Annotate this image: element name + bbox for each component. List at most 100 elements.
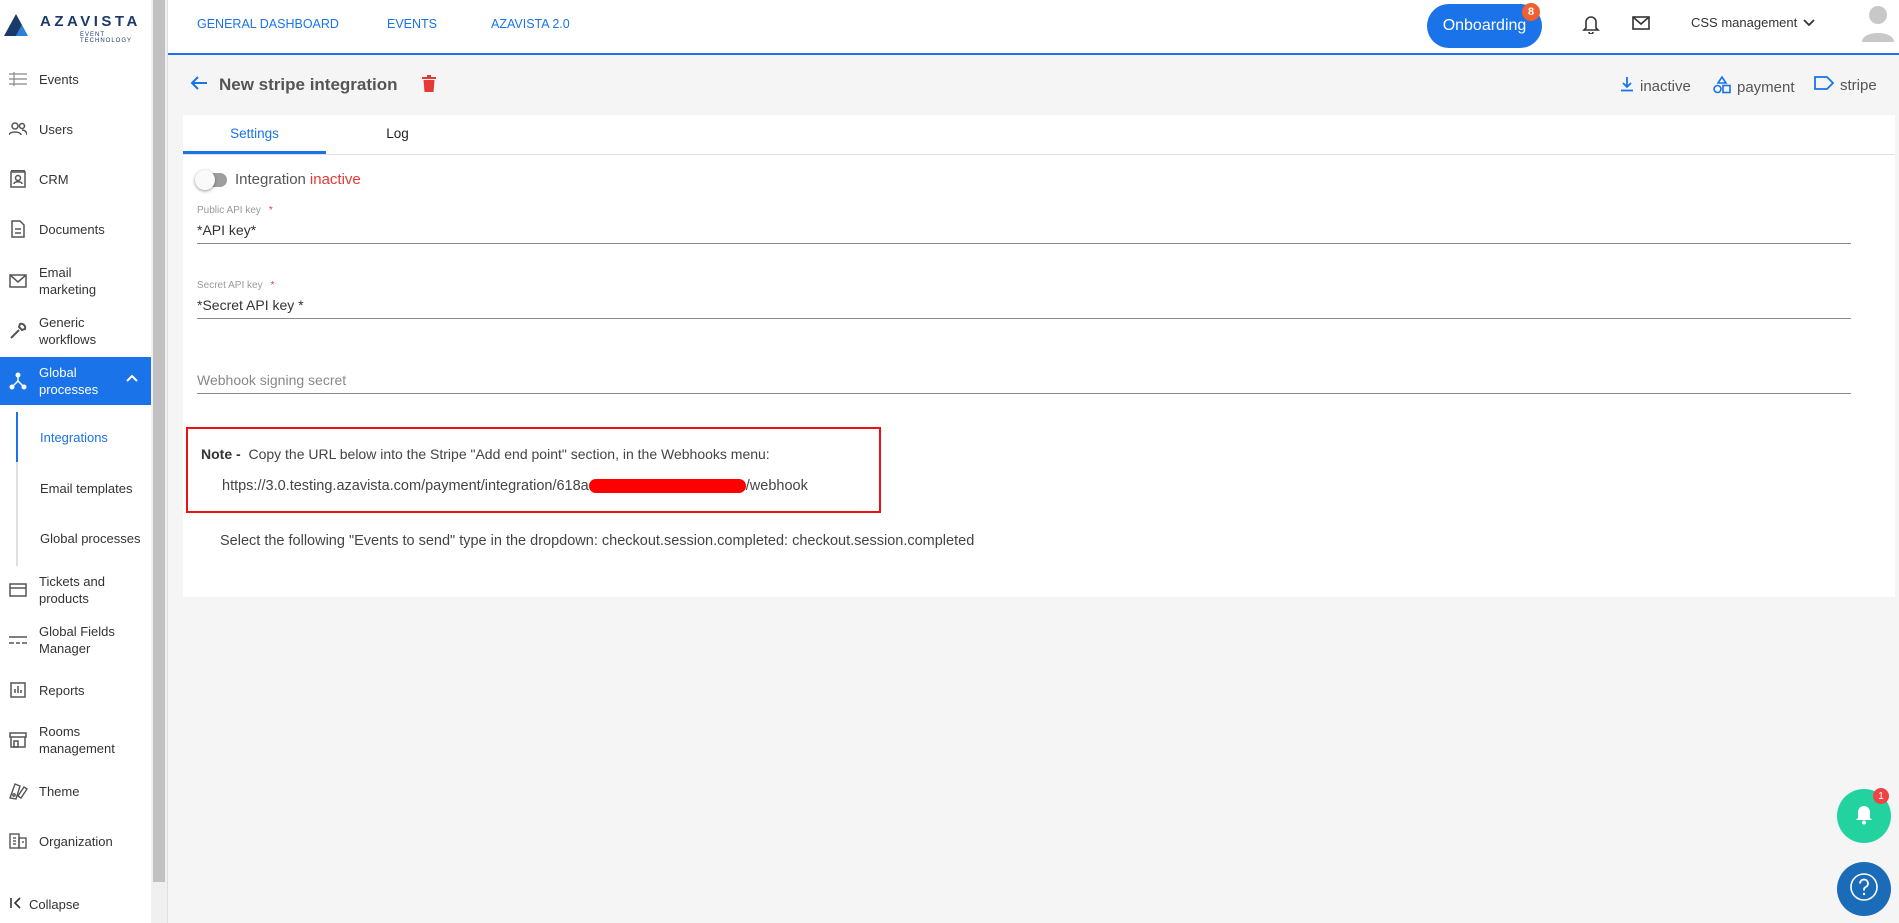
collapse-button[interactable]: Collapse [10, 897, 80, 912]
building-icon [8, 831, 28, 851]
toggle-label: Integration [235, 171, 306, 188]
fields-icon [8, 630, 28, 650]
mail-icon [8, 271, 28, 291]
sidebar-item-label: Events [39, 71, 79, 87]
azavista-logo-mark [4, 14, 28, 36]
sidebar-item-label: Theme [39, 783, 80, 799]
sidebar-divider [167, 0, 168, 923]
tab-bar: Settings Log [183, 115, 1895, 155]
account-menu[interactable]: CSS management [1691, 15, 1815, 30]
tab-label: Settings [230, 125, 279, 141]
webhook-url-end: /webhook [745, 478, 808, 494]
brand-name: AZAVISTA [40, 13, 141, 30]
sidebar-item-tickets-and-products[interactable]: Tickets and products [0, 572, 151, 608]
nav-link-general-dashboard[interactable]: GENERAL DASHBOARD [197, 17, 339, 31]
brand-logo[interactable]: AZAVISTA EVENT TECHNOLOGY [2, 8, 152, 44]
subnav-item-global-processes[interactable]: Global processes [40, 531, 140, 546]
sidebar-item-label: Users [39, 121, 73, 137]
note-prefix: Note - [201, 446, 241, 462]
integration-settings-card: Settings Log Integration inactive Public… [183, 115, 1895, 597]
help-fab[interactable] [1837, 862, 1891, 916]
contact-card-icon [8, 169, 28, 189]
card-icon [8, 580, 28, 600]
collapse-label: Collapse [29, 897, 80, 912]
category-tag-payment: payment [1713, 75, 1795, 98]
list-icon [8, 69, 28, 89]
nav-link-azavista-2[interactable]: AZAVISTA 2.0 [491, 17, 570, 31]
public-api-key-value: *API key* [197, 222, 257, 238]
events-to-send-instructions: Select the following "Events to send" ty… [220, 533, 975, 549]
webhook-url[interactable]: https://3.0.testing.azavista.com/payment… [222, 478, 808, 494]
sidebar-item-crm[interactable]: CRM [0, 167, 151, 191]
sidebar-item-label: Global processes [39, 365, 99, 397]
public-api-key-label: Public API key * [197, 205, 273, 216]
subnav-item-integrations[interactable]: Integrations [40, 430, 108, 445]
sidebar-item-global-processes[interactable]: Global processes [0, 357, 151, 405]
tag-label: inactive [1640, 77, 1691, 95]
sidebar-item-rooms-management[interactable]: Rooms management [0, 722, 151, 758]
users-icon [8, 119, 28, 139]
sidebar-item-users[interactable]: Users [0, 117, 151, 141]
delete-trash-icon[interactable] [422, 75, 436, 97]
help-question-icon [1849, 872, 1879, 907]
note-text: Note - Copy the URL below into the Strip… [201, 446, 770, 462]
shapes-icon [1713, 75, 1731, 98]
secret-api-key-value: *Secret API key * [197, 297, 304, 313]
sidebar-item-reports[interactable]: Reports [0, 678, 151, 702]
tab-label: Log [386, 126, 409, 141]
sidebar-item-theme[interactable]: Theme [0, 779, 151, 803]
label-icon [1814, 76, 1835, 94]
back-arrow-icon[interactable] [190, 75, 208, 96]
sidebar-item-email-marketing[interactable]: Email marketing [0, 263, 151, 299]
public-api-key-field[interactable]: Public API key * *API key* [197, 205, 1851, 244]
status-tag-inactive: inactive [1620, 76, 1691, 96]
sidebar-item-label: Global Fields Manager [39, 624, 115, 656]
download-icon [1620, 76, 1634, 96]
network-icon [8, 371, 28, 391]
sidebar-item-events[interactable]: Events [0, 67, 151, 91]
sidebar-item-label: Documents [39, 221, 105, 237]
subnav-item-email-templates[interactable]: Email templates [40, 481, 132, 496]
palette-icon [8, 781, 28, 801]
tag-label: stripe [1840, 76, 1877, 94]
top-bar: GENERAL DASHBOARD EVENTS AZAVISTA 2.0 On… [168, 0, 1899, 55]
tab-log[interactable]: Log [326, 115, 469, 152]
sidebar-scrollbar-thumb[interactable] [153, 0, 165, 882]
secret-api-key-field[interactable]: Secret API key * *Secret API key * [197, 280, 1851, 319]
notification-fab-badge: 1 [1873, 788, 1889, 804]
account-name: CSS management [1691, 15, 1798, 30]
wrench-icon [8, 321, 28, 341]
sidebar-item-label: Rooms management [39, 724, 115, 756]
sidebar-item-global-fields-manager[interactable]: Global Fields Manager [0, 622, 151, 658]
user-avatar[interactable] [1860, 2, 1896, 47]
webhook-url-start: https://3.0.testing.azavista.com/payment… [222, 478, 589, 494]
subnav-rail [16, 412, 18, 566]
required-marker: * [270, 280, 275, 291]
subnav-active-marker [16, 412, 18, 462]
sidebar-item-generic-workflows[interactable]: Generic workflows [0, 313, 151, 349]
sidebar-item-documents[interactable]: Documents [0, 217, 151, 241]
nav-link-events[interactable]: EVENTS [387, 17, 437, 31]
webhook-signing-secret-field[interactable]: Webhook signing secret [197, 365, 1851, 394]
integration-active-toggle[interactable] [195, 169, 227, 190]
document-icon [8, 219, 28, 239]
webhook-signing-secret-placeholder: Webhook signing secret [197, 372, 347, 388]
chevron-up-icon [125, 371, 139, 386]
notifications-bell-icon[interactable] [1582, 14, 1600, 39]
sidebar-item-organization[interactable]: Organization [0, 829, 151, 853]
note-body: Copy the URL below into the Stripe "Add … [248, 446, 770, 462]
tab-settings[interactable]: Settings [183, 115, 326, 154]
required-marker: * [268, 205, 273, 216]
field-label-text: Public API key [197, 205, 261, 216]
sidebar-item-label: Email marketing [39, 265, 97, 297]
webhook-note-highlight: Note - Copy the URL below into the Strip… [186, 427, 881, 513]
collapse-icon [10, 897, 22, 912]
messages-mail-icon[interactable] [1632, 16, 1650, 35]
tag-label: payment [1737, 78, 1795, 96]
sidebar-scrollbar[interactable] [151, 0, 168, 923]
sidebar-item-label: Organization [39, 833, 113, 849]
onboarding-label: Onboarding [1442, 17, 1527, 34]
provider-tag-stripe: stripe [1814, 76, 1877, 94]
sidebar-item-label: Reports [39, 682, 85, 698]
sidebar-item-label: Generic workflows [39, 315, 97, 347]
